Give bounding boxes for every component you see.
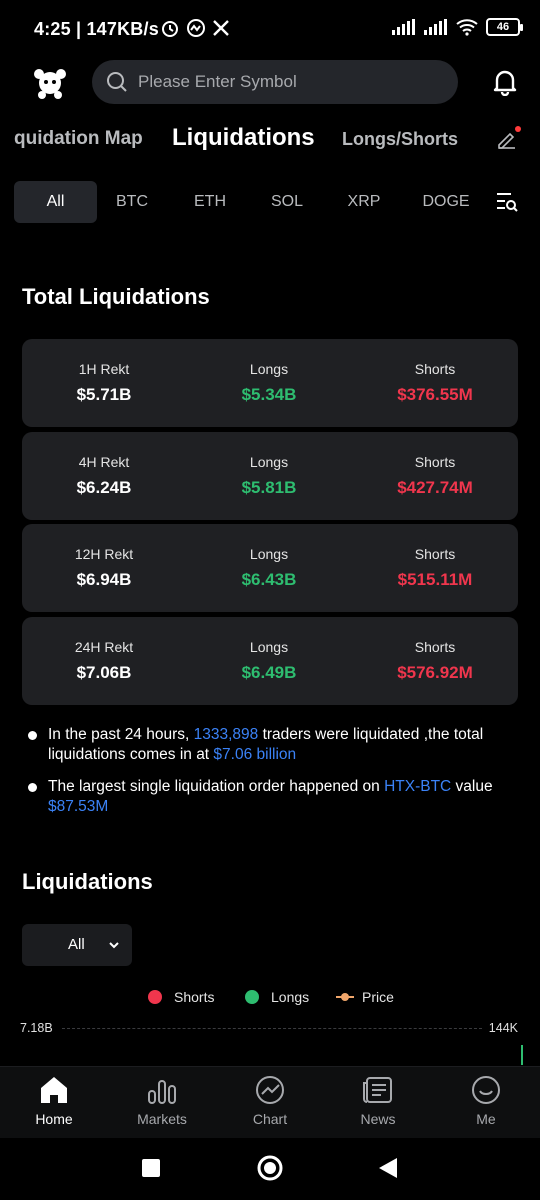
coin-tab-doge[interactable]: DOGE — [412, 181, 480, 223]
shorts-value: $576.92M — [397, 663, 473, 682]
total-value: $6.94B — [76, 570, 132, 589]
news-icon — [363, 1077, 392, 1103]
coin-tab-sol[interactable]: SOL — [257, 181, 317, 223]
shorts-value: $376.55M — [397, 385, 473, 404]
markets-icon — [148, 1080, 176, 1104]
chevron-down-icon — [109, 942, 119, 949]
app-icon — [187, 19, 205, 37]
y-axis-right-top: 144K — [488, 1021, 518, 1035]
coin-tab-btc[interactable]: BTC — [102, 181, 162, 223]
nav-chart[interactable]: Chart — [220, 1075, 320, 1127]
chart-legend: Shorts Longs Price — [0, 989, 540, 1009]
chart-bar — [521, 1045, 523, 1065]
nav-news[interactable]: News — [328, 1075, 428, 1127]
longs-label: Longs — [249, 546, 289, 562]
bottom-nav: Home Markets Chart News Me — [0, 1066, 540, 1138]
legend-swatch — [148, 990, 162, 1004]
shorts-label: Shorts — [414, 639, 456, 655]
coin-tab-xrp[interactable]: XRP — [334, 181, 394, 223]
shorts-label: Shorts — [414, 454, 456, 470]
legend-price[interactable]: Price — [336, 989, 394, 1005]
x-icon — [213, 20, 229, 36]
rekt-card-1h: 1H Rekt $5.71B Longs $5.34B Shorts $376.55M — [22, 339, 518, 427]
shorts-value: $427.74M — [397, 478, 473, 497]
period-label: 1H Rekt — [78, 361, 130, 377]
tab-longs-shorts[interactable]: Longs/Shorts — [342, 129, 458, 150]
legend-longs[interactable]: Longs — [245, 989, 309, 1005]
section-tabs: quidation Map Liquidations Longs/Shorts — [0, 118, 540, 162]
status-bar: 4:25 | 147KB/s 46 — [0, 0, 540, 60]
legend-shorts[interactable]: Shorts — [148, 989, 214, 1005]
status-notification-icons — [160, 18, 230, 38]
pair-link[interactable]: HTX-BTC — [384, 778, 451, 795]
y-axis-left-top: 7.18B — [20, 1021, 53, 1035]
longs-label: Longs — [249, 639, 289, 655]
liquidations-title: Liquidations — [22, 869, 153, 894]
rekt-card-4h: 4H Rekt $6.24B Longs $5.81B Shorts $427.74M — [22, 432, 518, 520]
period-label: 12H Rekt — [74, 546, 134, 562]
traders-count-link[interactable]: 1333,898 — [194, 726, 259, 743]
legend-line — [336, 993, 354, 1001]
total-value: $7.06B — [76, 663, 132, 682]
status-time: 4:25 | 147KB/s — [34, 19, 159, 39]
largest-order-note: The largest single liquidation order hap… — [28, 777, 508, 817]
alarm-icon — [162, 21, 178, 37]
tab-liquidation-map[interactable]: quidation Map — [14, 128, 143, 150]
recents-icon[interactable] — [141, 1158, 161, 1178]
tab-liquidations[interactable]: Liquidations — [172, 124, 315, 152]
legend-swatch — [245, 990, 259, 1004]
status-system-icons: 46 — [392, 18, 523, 36]
liquidations-filter-select[interactable]: All — [22, 924, 132, 966]
battery-icon: 46 — [486, 18, 523, 36]
edit-tabs-button[interactable] — [496, 126, 521, 155]
total-value: $6.24B — [76, 478, 132, 497]
total-liquidations-title: Total Liquidations — [22, 284, 210, 309]
bell-icon[interactable] — [492, 68, 518, 96]
longs-value: $6.49B — [241, 663, 297, 682]
search-icon — [107, 72, 127, 92]
longs-label: Longs — [249, 361, 289, 377]
longs-label: Longs — [249, 454, 289, 470]
longs-value: $5.34B — [241, 385, 297, 404]
back-icon[interactable] — [377, 1156, 399, 1180]
shorts-value: $515.11M — [397, 570, 473, 589]
period-label: 4H Rekt — [78, 454, 130, 470]
shorts-label: Shorts — [414, 361, 456, 377]
coin-tab-all[interactable]: All — [14, 181, 97, 223]
top-bar — [0, 60, 540, 106]
me-icon — [472, 1076, 500, 1104]
wifi-icon — [456, 19, 478, 36]
nav-home[interactable]: Home — [4, 1075, 104, 1127]
period-label: 24H Rekt — [74, 639, 134, 655]
home-icon — [41, 1077, 67, 1103]
signal-icon — [424, 19, 447, 35]
chart-icon — [256, 1076, 284, 1104]
nav-me[interactable]: Me — [436, 1075, 536, 1127]
total-value: $5.71B — [76, 385, 132, 404]
search-bar[interactable] — [92, 60, 458, 104]
pencil-icon — [498, 132, 515, 149]
longs-value: $6.43B — [241, 570, 297, 589]
bullet-dot — [28, 731, 37, 740]
shorts-label: Shorts — [414, 546, 456, 562]
rekt-card-24h: 24H Rekt $7.06B Longs $6.49B Shorts $576.92… — [22, 617, 518, 705]
logo-icon[interactable] — [30, 62, 70, 102]
bullet-dot — [28, 783, 37, 792]
coin-tab-eth[interactable]: ETH — [180, 181, 240, 223]
search-input[interactable] — [138, 72, 438, 92]
coin-filter: All BTC ETH SOL XRP DOGE — [0, 181, 540, 223]
system-nav-bar — [0, 1138, 540, 1200]
signal-icon — [392, 19, 415, 35]
liquidation-summary-note: In the past 24 hours, 1333,898 traders w… — [28, 725, 508, 765]
home-circle-icon[interactable] — [256, 1154, 284, 1182]
longs-value: $5.81B — [241, 478, 297, 497]
nav-markets[interactable]: Markets — [112, 1075, 212, 1127]
select-value: All — [68, 936, 85, 953]
gridline — [62, 1028, 482, 1029]
rekt-card-12h: 12H Rekt $6.94B Longs $6.43B Shorts $515.11… — [22, 524, 518, 612]
total-link[interactable]: $7.06 billion — [213, 746, 296, 763]
notification-dot — [515, 126, 521, 132]
largest-value-link[interactable]: $87.53M — [48, 798, 108, 815]
filter-search-icon[interactable] — [496, 191, 518, 213]
